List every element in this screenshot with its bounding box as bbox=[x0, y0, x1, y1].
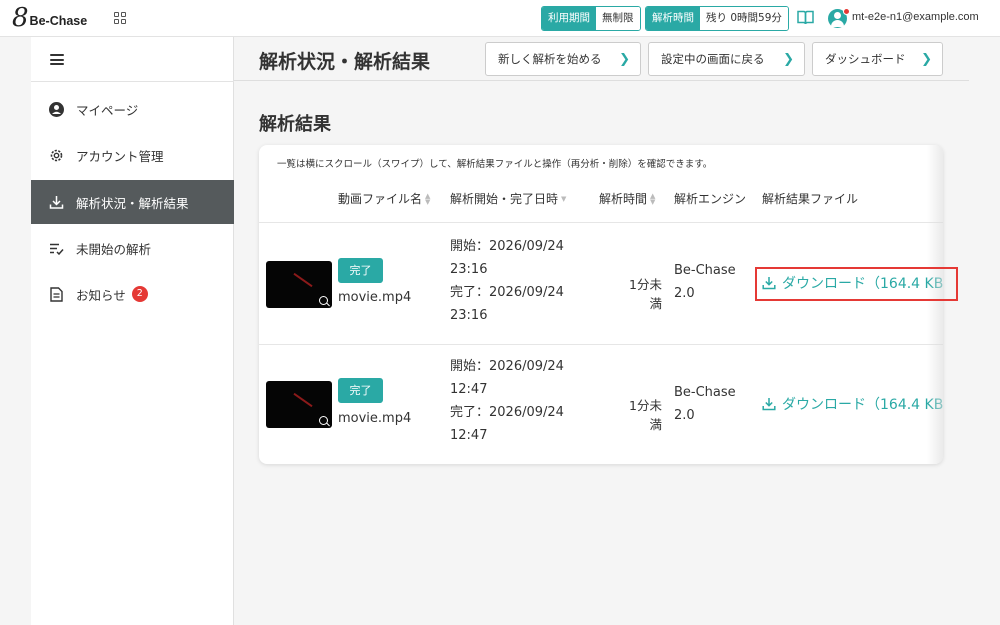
sidebar-item-account[interactable]: アカウント管理 bbox=[31, 133, 234, 177]
back-to-settings-button[interactable]: 設定中の画面に戻る ❯ bbox=[648, 42, 805, 76]
logo[interactable]: 8 Be-Chase bbox=[12, 5, 87, 31]
sidebar-item-mypage[interactable]: マイページ bbox=[31, 87, 234, 131]
chevron-right-icon: ❯ bbox=[921, 51, 932, 67]
sort-icon[interactable]: ▲ ▼ bbox=[425, 192, 430, 205]
column-header-result-file: 解析結果ファイル bbox=[762, 192, 859, 206]
apps-grid-icon[interactable] bbox=[114, 12, 126, 24]
video-frame bbox=[293, 272, 313, 288]
column-header-datetime[interactable]: 解析開始・完了日時 ▼ bbox=[450, 190, 566, 207]
analysis-time-value: 残り 0時間59分 bbox=[700, 7, 788, 30]
engine-version: 2.0 bbox=[674, 286, 695, 301]
notification-dot bbox=[843, 8, 850, 15]
download-icon bbox=[762, 398, 776, 411]
new-analysis-label: 新しく解析を始める bbox=[498, 52, 602, 66]
zoom-icon[interactable] bbox=[319, 416, 328, 425]
dashboard-label: ダッシュボード bbox=[825, 52, 906, 66]
sidebar-item-analysis-results[interactable]: 解析状況・解析結果 bbox=[31, 180, 234, 224]
end-date: 完了：2026/09/24 bbox=[450, 405, 564, 420]
title-divider bbox=[234, 80, 969, 81]
row-divider bbox=[259, 344, 943, 345]
new-analysis-button[interactable]: 新しく解析を始める ❯ bbox=[485, 42, 641, 76]
notification-badge: 2 bbox=[131, 286, 148, 302]
chevron-right-icon: ❯ bbox=[783, 51, 794, 67]
analysis-time-label: 解析時間 bbox=[646, 7, 700, 30]
top-header: 8 Be-Chase 利用期間 無制限 解析時間 残り 0時間59分 mt-e2… bbox=[0, 0, 1000, 37]
end-time: 23:16 bbox=[450, 308, 488, 323]
analysis-engine: Be-Chase 2.0 bbox=[674, 259, 736, 305]
sort-icon[interactable]: ▲ ▼ bbox=[650, 192, 655, 205]
usage-period-indicator: 利用期間 無制限 bbox=[541, 6, 641, 31]
sidebar-item-notices[interactable]: お知らせ 2 bbox=[31, 272, 234, 316]
analysis-datetime: 開始：2026/09/24 23:16 完了：2026/09/24 23:16 bbox=[450, 235, 564, 327]
status-badge: 完了 bbox=[338, 378, 383, 403]
user-circle-icon bbox=[48, 101, 64, 117]
page-title: 解析状況・解析結果 bbox=[259, 51, 431, 73]
scroll-note: 一覧は横にスクロール（スワイプ）して、解析結果ファイルと操作（再分析・削除）を確… bbox=[277, 159, 713, 170]
column-header-filename[interactable]: 動画ファイル名 ▲ ▼ bbox=[338, 190, 430, 207]
video-thumbnail[interactable] bbox=[266, 261, 332, 308]
download-label: ダウンロード（164.4 KB bbox=[782, 397, 943, 413]
video-thumbnail[interactable] bbox=[266, 381, 332, 428]
sidebar-item-label: マイページ bbox=[76, 102, 139, 118]
row-divider bbox=[259, 222, 943, 223]
sidebar-item-label: 解析状況・解析結果 bbox=[76, 195, 189, 211]
zoom-icon[interactable] bbox=[319, 296, 328, 305]
usage-period-value: 無制限 bbox=[596, 7, 640, 30]
analysis-duration: 1分未満 bbox=[629, 277, 662, 311]
video-filename: movie.mp4 bbox=[338, 411, 412, 426]
document-icon bbox=[48, 286, 64, 302]
usage-period-label: 利用期間 bbox=[542, 7, 596, 30]
sidebar-item-pending-analysis[interactable]: 未開始の解析 bbox=[31, 226, 234, 270]
logo-mark: 8 bbox=[12, 3, 29, 33]
results-card[interactable]: 一覧は横にスクロール（スワイプ）して、解析結果ファイルと操作（再分析・削除）を確… bbox=[259, 145, 943, 464]
engine-name: Be-Chase bbox=[674, 385, 736, 400]
end-time: 12:47 bbox=[450, 428, 488, 443]
start-date: 開始：2026/09/24 bbox=[450, 239, 564, 254]
download-link[interactable]: ダウンロード（164.4 KB bbox=[762, 394, 943, 414]
column-header-engine: 解析エンジン bbox=[674, 192, 747, 206]
gear-icon bbox=[48, 147, 64, 163]
column-header-duration[interactable]: 解析時間 ▲ ▼ bbox=[599, 190, 655, 207]
logo-text: Be-Chase bbox=[29, 14, 88, 28]
start-date: 開始：2026/09/24 bbox=[450, 359, 564, 374]
section-title: 解析結果 bbox=[259, 114, 331, 135]
back-to-settings-label: 設定中の画面に戻る bbox=[661, 52, 765, 66]
start-time: 12:47 bbox=[450, 382, 488, 397]
hamburger-menu-icon[interactable] bbox=[50, 54, 64, 65]
sidebar-item-label: 未開始の解析 bbox=[76, 241, 152, 257]
analysis-datetime: 開始：2026/09/24 12:47 完了：2026/09/24 12:47 bbox=[450, 355, 564, 447]
status-badge: 完了 bbox=[338, 258, 383, 283]
engine-name: Be-Chase bbox=[674, 263, 736, 278]
sidebar: マイページ アカウント管理 解析状況・解析結果 未開始の解析 お知らせ 2 bbox=[31, 37, 234, 625]
scroll-fade bbox=[927, 145, 943, 464]
video-frame bbox=[293, 392, 313, 408]
analysis-engine: Be-Chase 2.0 bbox=[674, 381, 736, 427]
end-date: 完了：2026/09/24 bbox=[450, 285, 564, 300]
sidebar-item-label: お知らせ bbox=[76, 287, 126, 303]
engine-version: 2.0 bbox=[674, 408, 695, 423]
sidebar-divider bbox=[31, 81, 234, 82]
sort-desc-icon[interactable]: ▼ bbox=[561, 195, 566, 202]
chevron-right-icon: ❯ bbox=[619, 51, 630, 67]
start-time: 23:16 bbox=[450, 262, 488, 277]
sidebar-item-label: アカウント管理 bbox=[76, 148, 164, 164]
analysis-time-indicator: 解析時間 残り 0時間59分 bbox=[645, 6, 789, 31]
list-check-icon bbox=[48, 240, 64, 256]
user-email[interactable]: mt-e2e-n1@example.com bbox=[852, 11, 979, 23]
video-filename: movie.mp4 bbox=[338, 290, 412, 305]
highlight-box bbox=[755, 267, 958, 301]
dashboard-button[interactable]: ダッシュボード ❯ bbox=[812, 42, 943, 76]
analysis-duration: 1分未満 bbox=[629, 398, 662, 432]
book-icon[interactable] bbox=[797, 10, 814, 25]
download-icon bbox=[48, 194, 64, 210]
